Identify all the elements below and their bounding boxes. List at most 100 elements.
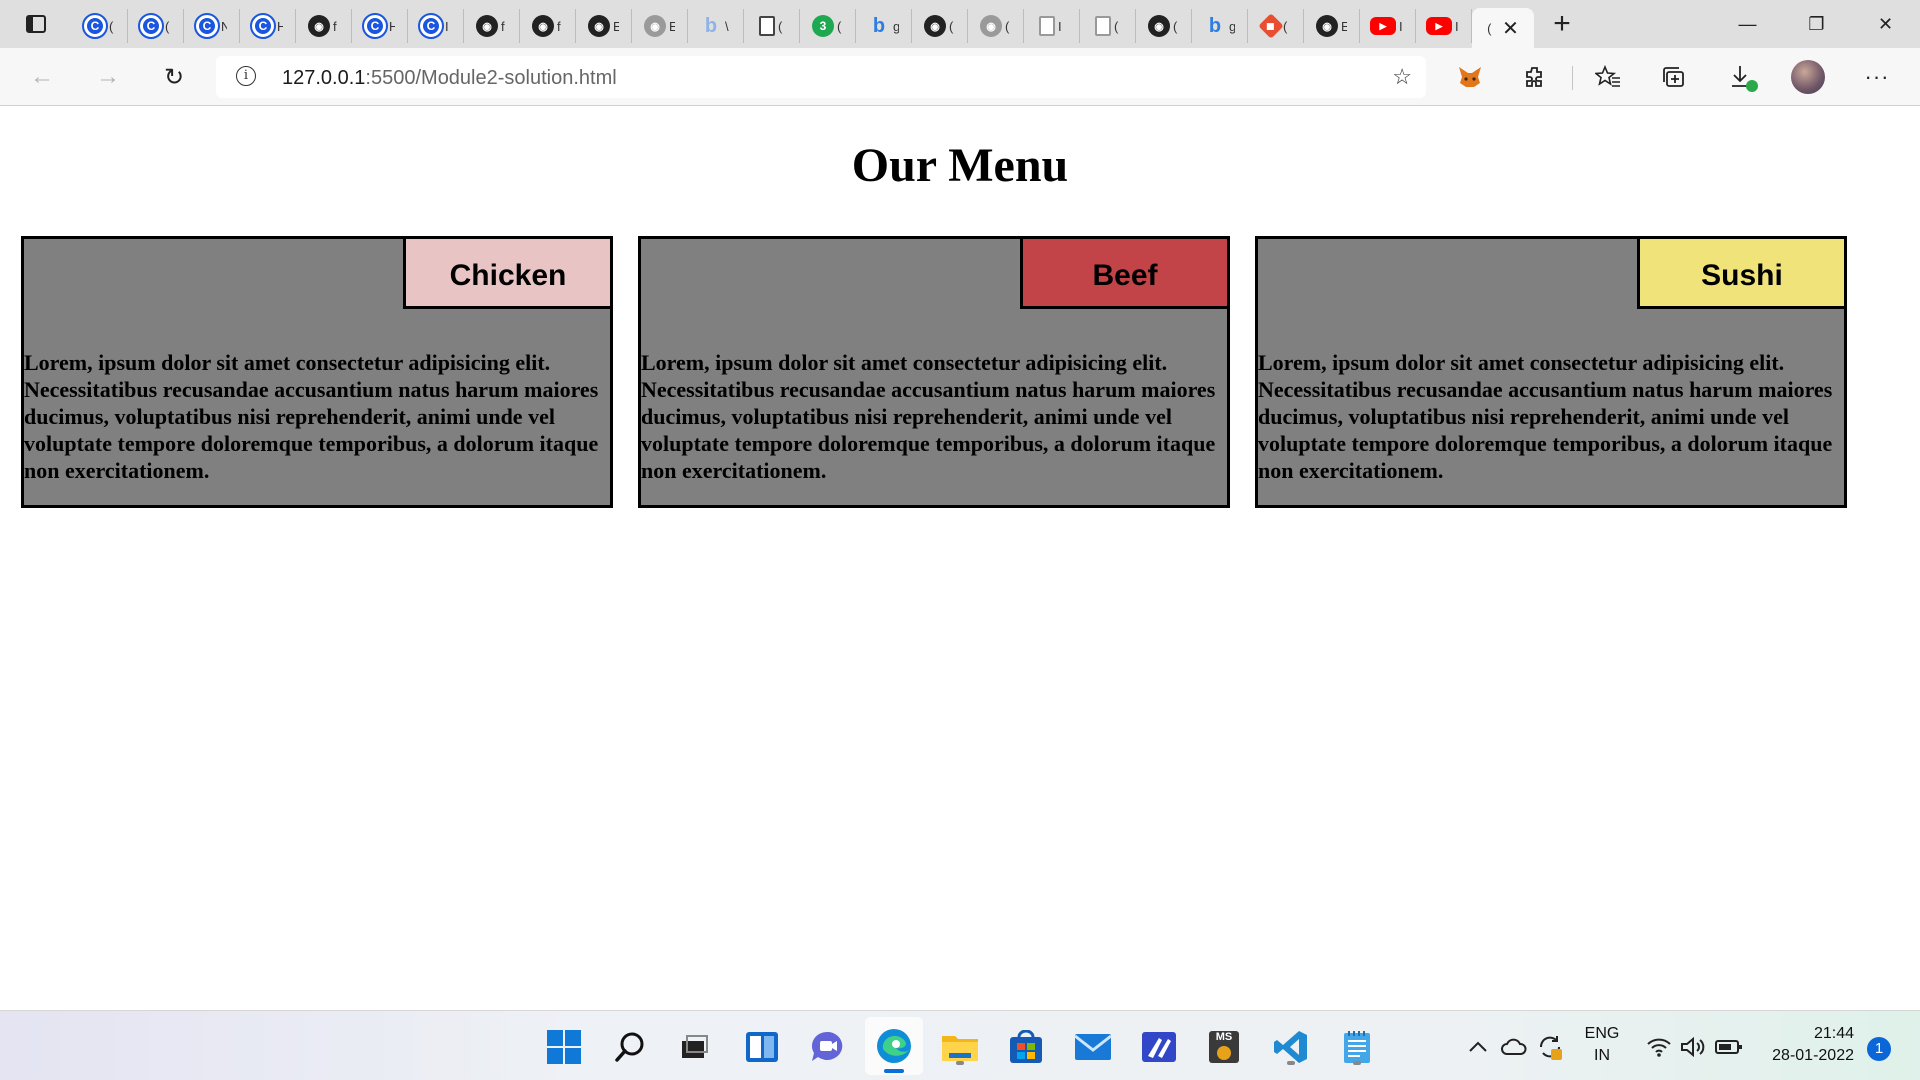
url-text[interactable]: 127.0.0.1:5500/Module2-solution.html (282, 67, 617, 90)
close-tab-icon[interactable]: ✕ (1502, 16, 1519, 41)
favorites-icon[interactable] (1591, 60, 1625, 94)
site-info-icon[interactable]: i (236, 66, 256, 86)
language-text: ENG (1584, 1025, 1620, 1042)
tab-title: g (893, 18, 899, 34)
tab[interactable]: b \ (688, 9, 744, 43)
edge-browser-button[interactable] (865, 1017, 923, 1075)
tab[interactable]: CH (240, 9, 296, 43)
tab[interactable]: ▶ I (1360, 9, 1416, 43)
menu-card-beef: Beef Lorem, ipsum dolor sit amet consect… (638, 236, 1230, 508)
add-favorite-icon[interactable]: ☆ (1392, 64, 1412, 90)
input-language-indicator[interactable]: ENG IN (1580, 1023, 1624, 1067)
address-bar[interactable]: i 127.0.0.1:5500/Module2-solution.html ☆ (216, 56, 1426, 98)
search-button[interactable] (610, 1027, 650, 1067)
app-button-pen[interactable] (1139, 1027, 1179, 1067)
tab[interactable]: ◆( (1248, 9, 1304, 43)
tab[interactable]: ◉( (968, 9, 1024, 43)
notepad-button[interactable] (1337, 1027, 1377, 1067)
store-icon (1010, 1030, 1042, 1063)
sync-button[interactable] (1530, 1027, 1570, 1067)
tab-title: ( (949, 18, 954, 34)
clock[interactable]: 21:44 28-01-2022 (1760, 1023, 1854, 1067)
profile-avatar[interactable] (1791, 60, 1825, 94)
forward-button[interactable]: → (90, 59, 126, 95)
chrome-icon: C (82, 13, 108, 39)
tab[interactable]: ( (1080, 9, 1136, 43)
vscode-button[interactable] (1271, 1027, 1311, 1067)
tab[interactable]: ◉ f (520, 9, 576, 43)
widgets-button[interactable] (742, 1027, 782, 1067)
more-options-icon[interactable]: ··· (1860, 60, 1894, 94)
mail-button[interactable] (1073, 1027, 1113, 1067)
running-indicator (956, 1061, 964, 1065)
tab-actions-icon (26, 15, 46, 33)
notification-badge[interactable]: 1 (1867, 1037, 1891, 1061)
tab[interactable]: I (1024, 9, 1080, 43)
volume-button[interactable] (1673, 1027, 1713, 1067)
tab[interactable]: ◉( (1136, 9, 1192, 43)
tab[interactable]: bg (1192, 9, 1248, 43)
mail-icon (1074, 1034, 1112, 1060)
close-window-button[interactable]: ✕ (1851, 0, 1920, 48)
ms-app-icon: MS (1209, 1031, 1239, 1063)
tab-title: \ (725, 18, 729, 34)
tab[interactable]: ◉ f (296, 9, 352, 43)
pen-app-icon (1142, 1032, 1176, 1062)
show-hidden-icons-button[interactable] (1458, 1027, 1498, 1067)
chrome-icon: C (250, 13, 276, 39)
tab[interactable]: ◉( (912, 9, 968, 43)
battery-button[interactable] (1709, 1027, 1749, 1067)
tab-title: ( (1173, 18, 1178, 34)
running-indicator (1287, 1061, 1295, 1065)
tab[interactable]: ( (744, 9, 800, 43)
vscode-icon (1274, 1031, 1307, 1063)
microsoft-store-button[interactable] (1006, 1027, 1046, 1067)
start-button[interactable] (544, 1027, 584, 1067)
tab[interactable]: bg (856, 9, 912, 43)
card-label-sushi: Sushi (1637, 236, 1847, 309)
new-tab-button[interactable]: + (1534, 7, 1590, 41)
tab[interactable]: ◉ E (576, 9, 632, 43)
extensions-icon[interactable] (1518, 60, 1552, 94)
tab-title: ( (778, 18, 783, 34)
downloads-icon[interactable] (1724, 60, 1758, 94)
onedrive-button[interactable] (1494, 1027, 1534, 1067)
tab-title: ( (109, 18, 114, 34)
whatsapp-icon: 3 (812, 15, 834, 37)
back-button[interactable]: ← (24, 59, 60, 95)
menu-card-chicken: Chicken Lorem, ipsum dolor sit amet cons… (21, 236, 613, 508)
tab[interactable]: CH (352, 9, 408, 43)
taskbar: MS ENG IN 21:44 28-01-2022 1 (0, 1010, 1920, 1080)
github-grey-icon: ◉ (644, 15, 666, 37)
app-button-ms[interactable]: MS (1204, 1027, 1244, 1067)
tab-active[interactable]: ( ✕ (1472, 8, 1534, 48)
tab-title: H (389, 18, 395, 34)
metamask-icon[interactable] (1453, 60, 1487, 94)
tab[interactable]: C( (128, 9, 184, 43)
tab[interactable]: CI (408, 9, 464, 43)
tab-title: ( (165, 18, 170, 34)
card-label-beef: Beef (1020, 236, 1230, 309)
github-grey-icon: ◉ (980, 15, 1002, 37)
tab[interactable]: C( (72, 9, 128, 43)
tab[interactable]: ◉ f (464, 9, 520, 43)
collections-icon[interactable] (1657, 60, 1691, 94)
battery-icon (1715, 1040, 1742, 1054)
tab[interactable]: ▶ I (1416, 9, 1472, 43)
github-icon: ◉ (308, 15, 330, 37)
tab[interactable]: ◉ E (632, 9, 688, 43)
task-view-button[interactable] (674, 1027, 714, 1067)
minimize-button[interactable]: — (1713, 0, 1782, 48)
file-explorer-button[interactable] (940, 1027, 980, 1067)
tab-actions-button[interactable] (0, 0, 72, 48)
restore-button[interactable]: ❐ (1782, 0, 1851, 48)
tab[interactable]: CN (184, 9, 240, 43)
tab-title: I (445, 18, 449, 34)
chat-button[interactable] (808, 1027, 848, 1067)
menu-card-sushi: Sushi Lorem, ipsum dolor sit amet consec… (1255, 236, 1847, 508)
folder-icon (942, 1036, 978, 1061)
refresh-button[interactable]: ↻ (156, 59, 192, 95)
tab[interactable]: 3( (800, 9, 856, 43)
widgets-icon (746, 1032, 778, 1062)
tab[interactable]: ◉ E (1304, 9, 1360, 43)
